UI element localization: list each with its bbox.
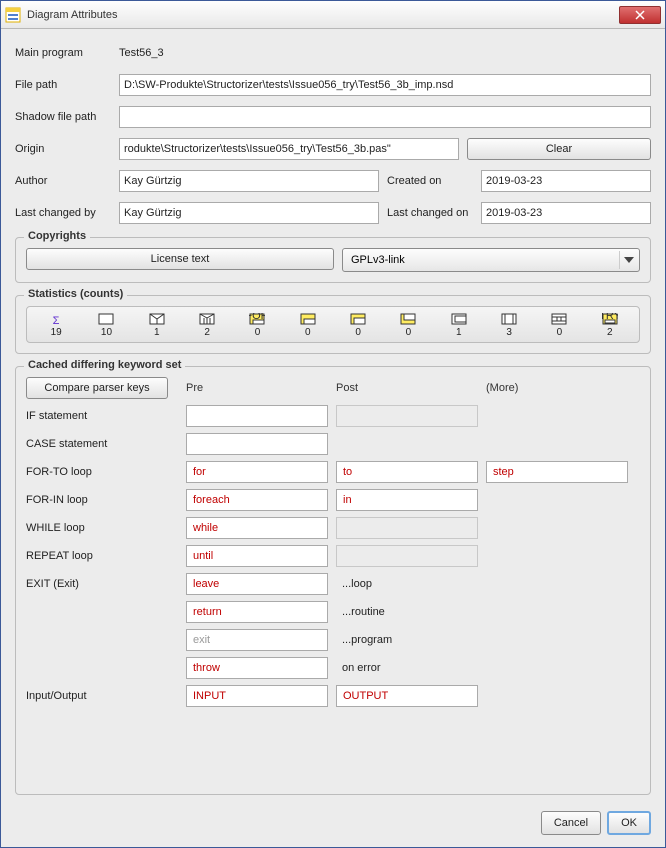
stat-try: TRY 2 [585, 310, 635, 339]
license-combo[interactable]: GPLv3-link [342, 248, 640, 272]
repeat-pre-input[interactable] [186, 545, 328, 567]
if-pre-input[interactable] [186, 405, 328, 427]
forto-pre-input[interactable] [186, 461, 328, 483]
case-pre-input[interactable] [186, 433, 328, 455]
license-combo-value: GPLv3-link [351, 254, 619, 266]
license-text-button[interactable]: License text [26, 248, 334, 270]
dialog-window: Diagram Attributes Main program Test56_3… [0, 0, 666, 848]
while-label: WHILE loop [26, 522, 178, 534]
if-label: IF statement [26, 410, 178, 422]
stat-endless: 1 [434, 310, 484, 339]
changed-by-label: Last changed by [15, 207, 111, 219]
io-pre-input[interactable] [186, 685, 328, 707]
forin-label: FOR-IN loop [26, 494, 178, 506]
statistics-bar: Σ 19 10 1 2 FOR 0 [26, 306, 640, 343]
stat-alternative: 1 [132, 310, 182, 339]
app-icon [5, 7, 21, 23]
copyrights-title: Copyrights [24, 230, 90, 242]
forin-pre-input[interactable] [186, 489, 328, 511]
repeat-label: REPEAT loop [26, 550, 178, 562]
exit-onerror-text: on error [336, 657, 478, 679]
titlebar: Diagram Attributes [1, 1, 665, 29]
repeat-post-disabled [336, 545, 478, 567]
chevron-down-icon [619, 251, 637, 269]
stat-for: FOR 0 [232, 310, 282, 339]
footer: Cancel OK [15, 803, 651, 835]
while-pre-input[interactable] [186, 517, 328, 539]
statistics-title: Statistics (counts) [24, 288, 127, 300]
window-title: Diagram Attributes [27, 9, 619, 21]
file-path-input[interactable] [119, 74, 651, 96]
file-path-label: File path [15, 79, 111, 91]
forto-more-input[interactable] [486, 461, 628, 483]
shadow-path-input[interactable] [119, 106, 651, 128]
stat-forin: 0 [283, 310, 333, 339]
col-more-label: (More) [486, 382, 628, 394]
forin-post-input[interactable] [336, 489, 478, 511]
stat-repeat: 0 [383, 310, 433, 339]
col-post-label: Post [336, 382, 478, 394]
shadow-path-label: Shadow file path [15, 111, 111, 123]
cancel-button[interactable]: Cancel [541, 811, 601, 835]
stat-case: 2 [182, 310, 232, 339]
main-program-label: Main program [15, 47, 111, 59]
created-on-label: Created on [387, 175, 473, 187]
exit-label: EXIT (Exit) [26, 578, 178, 590]
changed-by-input[interactable] [119, 202, 379, 224]
origin-label: Origin [15, 143, 111, 155]
io-post-input[interactable] [336, 685, 478, 707]
exit-program-text: ...program [336, 629, 478, 651]
forto-label: FOR-TO loop [26, 466, 178, 478]
stat-while: 0 [333, 310, 383, 339]
if-post-disabled [336, 405, 478, 427]
statistics-group: Statistics (counts) Σ 19 10 1 2 [15, 295, 651, 354]
exit-routine-text: ...routine [336, 601, 478, 623]
col-pre-label: Pre [186, 382, 328, 394]
io-label: Input/Output [26, 690, 178, 702]
exit-loop-text: ...loop [336, 573, 478, 595]
case-label: CASE statement [26, 438, 178, 450]
stat-call: 3 [484, 310, 534, 339]
ok-button[interactable]: OK [607, 811, 651, 835]
exit-return-input[interactable] [186, 601, 328, 623]
exit-throw-input[interactable] [186, 657, 328, 679]
clear-button[interactable]: Clear [467, 138, 651, 160]
author-input[interactable] [119, 170, 379, 192]
origin-input[interactable] [119, 138, 459, 160]
copyrights-group: Copyrights License text GPLv3-link [15, 237, 651, 283]
while-post-disabled [336, 517, 478, 539]
author-label: Author [15, 175, 111, 187]
exit-leave-input[interactable] [186, 573, 328, 595]
svg-text:Σ: Σ [53, 315, 60, 326]
keywords-group: Cached differing keyword set Compare par… [15, 366, 651, 795]
close-button[interactable] [619, 6, 661, 24]
stat-instruction: 10 [81, 310, 131, 339]
stat-parallel: 0 [534, 310, 584, 339]
stat-sigma: Σ 19 [31, 310, 81, 339]
created-on-input[interactable] [481, 170, 651, 192]
content-area: Main program Test56_3 File path Shadow f… [1, 29, 665, 847]
main-program-value: Test56_3 [119, 47, 164, 59]
keywords-title: Cached differing keyword set [24, 359, 185, 371]
exit-exit-input[interactable] [186, 629, 328, 651]
changed-on-input[interactable] [481, 202, 651, 224]
changed-on-label: Last changed on [387, 207, 473, 219]
forto-post-input[interactable] [336, 461, 478, 483]
compare-parser-keys-button[interactable]: Compare parser keys [26, 377, 168, 399]
